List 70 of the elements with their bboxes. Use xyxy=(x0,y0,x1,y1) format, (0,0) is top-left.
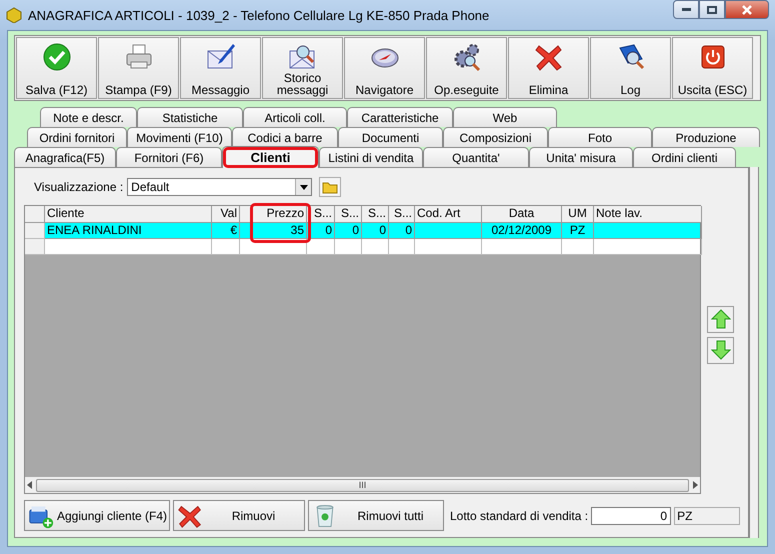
window-title: ANAGRAFICA ARTICOLI - 1039_2 - Telefono Cellulare Lg KE-850 Prada Phone xyxy=(28,8,490,22)
unit-field: PZ xyxy=(674,506,740,524)
column-header[interactable]: Data xyxy=(482,206,562,223)
minimize-icon xyxy=(682,8,690,11)
move-down-button[interactable] xyxy=(707,336,734,364)
close-button[interactable] xyxy=(725,0,769,19)
restore-icon xyxy=(707,6,717,14)
tab[interactable]: Ordini clienti xyxy=(633,147,736,167)
folder-button[interactable] xyxy=(319,177,342,197)
lot-size-field[interactable]: 0 xyxy=(591,506,672,524)
tab[interactable]: Documenti xyxy=(338,127,443,147)
toolbar-button[interactable]: Uscita (ESC) xyxy=(672,37,753,99)
tab[interactable]: Web xyxy=(453,107,557,127)
up-arrow-icon xyxy=(710,309,730,329)
tab[interactable]: Quantita' xyxy=(423,147,529,167)
tab[interactable]: Fornitori (F6) xyxy=(116,147,222,167)
corner-header xyxy=(25,206,45,223)
scroll-right-icon xyxy=(693,481,698,489)
scroll-left-icon xyxy=(27,481,32,489)
gears-magnifier-icon xyxy=(452,42,482,72)
toolbar-button[interactable]: Elimina xyxy=(508,37,589,99)
tab[interactable]: Foto xyxy=(548,127,652,147)
action-button[interactable]: Rimuovi tutti xyxy=(308,500,444,531)
down-arrow-icon xyxy=(710,340,730,360)
tab[interactable]: Listini di vendita xyxy=(319,147,423,167)
column-header[interactable]: Cod. Art xyxy=(415,206,482,223)
column-header[interactable]: Note lav. xyxy=(594,206,702,223)
scroll-grip: III xyxy=(358,480,366,490)
column-header[interactable]: S... xyxy=(362,206,389,223)
folder-icon xyxy=(322,180,338,194)
column-header[interactable]: Prezzo xyxy=(240,206,307,223)
tab[interactable]: Articoli coll. xyxy=(243,107,347,127)
tab[interactable]: Clienti xyxy=(222,146,319,168)
column-header[interactable]: UM xyxy=(562,206,594,223)
tab[interactable]: Produzione xyxy=(652,127,760,147)
table-row[interactable]: ENEA RINALDINI € 35 0 0 0 0 02/12/2009 PZ xyxy=(25,223,700,239)
tab[interactable]: Unita' misura xyxy=(529,147,633,167)
restore-button[interactable] xyxy=(699,0,725,19)
tab[interactable]: Anagrafica(F5) xyxy=(14,147,116,167)
toolbar-button[interactable]: Storico messaggi xyxy=(262,37,343,99)
tab[interactable]: Composizioni xyxy=(443,127,548,147)
toolbar-button[interactable]: Navigatore xyxy=(344,37,425,99)
check-icon xyxy=(42,42,72,72)
column-header[interactable]: S... xyxy=(335,206,362,223)
toolbar-button[interactable]: Op.eseguite xyxy=(426,37,507,99)
box-icon xyxy=(6,7,22,23)
column-header[interactable]: Val xyxy=(212,206,240,223)
tab[interactable]: Statistiche xyxy=(137,107,243,127)
tab[interactable]: Caratteristiche xyxy=(347,107,453,127)
close-icon xyxy=(742,4,752,14)
view-label: Visualizzazione : xyxy=(34,180,124,194)
toolbar-button[interactable]: Messaggio xyxy=(180,37,261,99)
new-row[interactable] xyxy=(25,239,700,255)
minimize-button[interactable] xyxy=(673,0,699,19)
horizontal-scrollbar[interactable]: III xyxy=(25,477,700,493)
column-header[interactable]: S... xyxy=(389,206,415,223)
tab[interactable]: Note e descr. xyxy=(40,107,137,127)
tab[interactable]: Movimenti (F10) xyxy=(127,127,232,147)
dropdown-caret-icon xyxy=(300,184,308,190)
tab[interactable]: Codici a barre xyxy=(232,127,338,147)
action-button[interactable]: Rimuovi xyxy=(173,500,305,531)
view-dropdown[interactable]: Default xyxy=(127,178,312,196)
toolbar-button[interactable]: Salva (F12) xyxy=(16,37,97,99)
lot-size-label: Lotto standard di vendita : xyxy=(450,508,588,522)
column-header[interactable]: Cliente xyxy=(45,206,212,223)
toolbar-button[interactable]: Stampa (F9) xyxy=(98,37,179,99)
action-button[interactable]: Aggiungi cliente (F4) xyxy=(24,500,170,531)
tab[interactable]: Ordini fornitori xyxy=(27,127,127,147)
toolbar-button[interactable]: Log xyxy=(590,37,671,99)
move-up-button[interactable] xyxy=(707,306,734,332)
